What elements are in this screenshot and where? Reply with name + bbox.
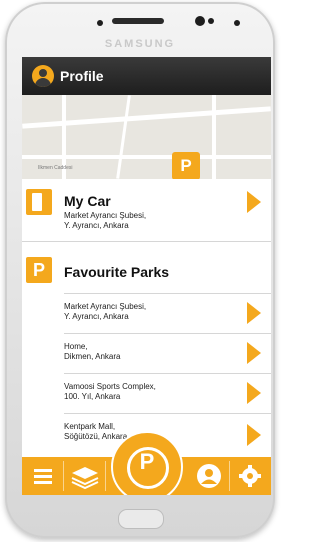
home-button[interactable]	[118, 509, 164, 529]
park-name: Kentpark Mall,	[64, 422, 116, 431]
car-icon	[26, 189, 52, 215]
chevron-right-icon[interactable]	[247, 382, 261, 404]
chevron-right-icon[interactable]	[247, 424, 261, 446]
user-icon[interactable]	[188, 457, 230, 495]
park-name: Vamoosi Sports Complex,	[64, 382, 156, 391]
park-name: Market Ayrancı Şubesi,	[64, 302, 147, 311]
chevron-right-icon[interactable]	[247, 342, 261, 364]
park-button[interactable]: P	[111, 431, 183, 495]
parking-icon: P	[26, 257, 52, 283]
list-item[interactable]: Market Ayrancı Şubesi, Y. Ayrancı, Ankar…	[64, 293, 271, 334]
front-camera	[195, 16, 205, 26]
my-car-row[interactable]: My Car Market Ayrancı Şubesi, Y. Ayrancı…	[22, 185, 271, 242]
my-car-address-line1: Market Ayrancı Şubesi,	[64, 211, 147, 220]
app-screen: Profile Ilkmen Caddesi P My Car Market A…	[22, 57, 271, 495]
map-view[interactable]: Ilkmen Caddesi P	[22, 95, 271, 179]
favourite-parks-header: P Favourite Parks	[22, 253, 271, 293]
avatar-icon[interactable]	[32, 65, 54, 87]
parking-pin-icon[interactable]: P	[172, 152, 200, 179]
map-street-label: Ilkmen Caddesi	[38, 165, 73, 171]
park-letter: P	[139, 449, 155, 474]
speaker-grille	[112, 18, 164, 24]
top-bar: Profile	[22, 57, 271, 95]
page-title: Profile	[60, 68, 104, 84]
park-address: 100. Yıl, Ankara	[64, 392, 121, 401]
my-car-address-line2: Y. Ayrancı, Ankara	[64, 221, 129, 230]
proximity-sensor	[97, 20, 103, 26]
brand-label: SAMSUNG	[104, 38, 176, 50]
chevron-right-icon[interactable]	[247, 302, 261, 324]
favourite-parks-title: Favourite Parks	[64, 264, 170, 280]
menu-icon[interactable]	[22, 457, 64, 495]
chevron-right-icon[interactable]	[247, 191, 261, 213]
park-address: Y. Ayrancı, Ankara	[64, 312, 129, 321]
my-car-title: My Car	[64, 193, 111, 209]
sensor-dot	[234, 20, 240, 26]
layers-icon[interactable]	[64, 457, 106, 495]
list-item[interactable]: Home, Dikmen, Ankara	[64, 333, 271, 374]
list-item[interactable]: Vamoosi Sports Complex, 100. Yıl, Ankara	[64, 373, 271, 414]
park-name: Home,	[64, 342, 88, 351]
settings-icon[interactable]	[230, 457, 271, 495]
park-address: Dikmen, Ankara	[64, 352, 121, 361]
sensor	[208, 18, 214, 24]
park-address: Söğütözü, Ankara	[64, 432, 128, 441]
